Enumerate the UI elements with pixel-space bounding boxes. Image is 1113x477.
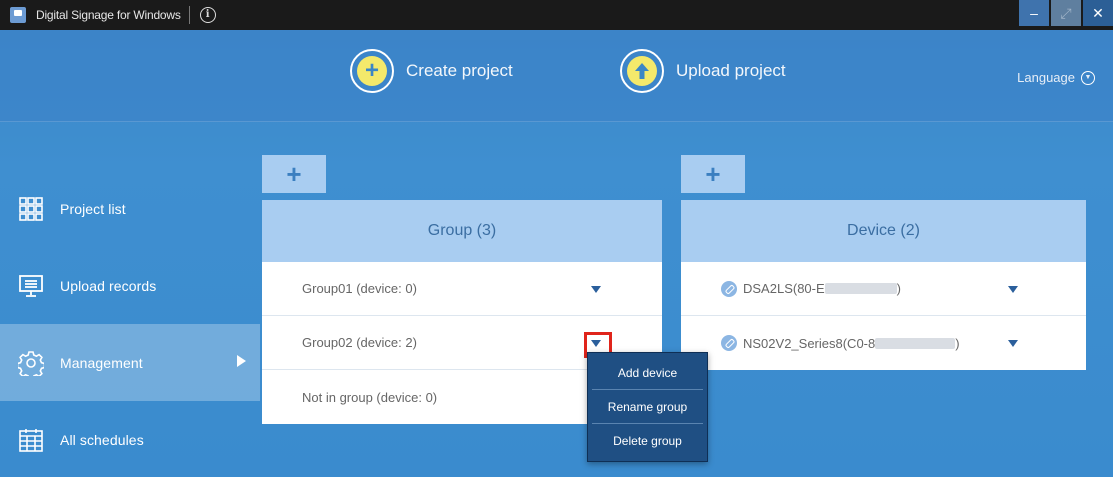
window-controls: – ⤢ ✕ xyxy=(1017,0,1113,30)
group-panel-title: Group (3) xyxy=(262,200,662,262)
redacted-mac xyxy=(824,283,897,294)
sidebar-item-all-schedules[interactable]: All schedules xyxy=(0,401,260,477)
upload-project-icon xyxy=(620,49,664,93)
chevron-down-icon[interactable] xyxy=(1008,340,1018,347)
arrow-up-icon xyxy=(635,63,649,79)
sidebar-item-label: All schedules xyxy=(60,431,144,448)
calendar-icon xyxy=(18,427,44,453)
create-project-icon: + xyxy=(350,49,394,93)
add-device-button[interactable]: + xyxy=(681,155,745,193)
device-name-prefix: NS02V2_Series8(C0-8 xyxy=(743,335,876,351)
group-row-label: Not in group (device: 0) xyxy=(302,389,438,405)
grid-icon xyxy=(18,196,44,222)
sidebar-item-upload-records[interactable]: Upload records xyxy=(0,247,260,324)
redacted-mac xyxy=(875,337,956,349)
sidebar: Project list Upload records Management A… xyxy=(0,170,260,477)
sidebar-item-management[interactable]: Management xyxy=(0,324,260,401)
menu-item-rename-group[interactable]: Rename group xyxy=(592,390,703,424)
info-icon[interactable]: i xyxy=(199,7,216,23)
active-indicator-arrow xyxy=(237,355,246,367)
sidebar-item-project-list[interactable]: Project list xyxy=(0,170,260,247)
device-panel: Device (2) DSA2LS(80-E ) NS02V2_Series8(… xyxy=(681,200,1086,370)
language-label: Language xyxy=(1017,70,1075,85)
link-icon xyxy=(721,335,737,351)
sidebar-item-label: Upload records xyxy=(60,277,157,294)
upload-project-button[interactable]: Upload project xyxy=(620,49,786,93)
sidebar-item-label: Project list xyxy=(60,200,126,217)
chevron-down-icon: ▼ xyxy=(1081,70,1095,85)
language-selector[interactable]: Language ▼ xyxy=(1017,70,1095,85)
chevron-down-icon[interactable] xyxy=(1008,286,1018,293)
create-project-button[interactable]: + Create project xyxy=(350,49,513,93)
maximize-button[interactable]: ⤢ xyxy=(1051,0,1081,26)
device-name-suffix: ) xyxy=(955,335,960,351)
group-row[interactable]: Group01 (device: 0) xyxy=(262,262,662,316)
upload-project-label: Upload project xyxy=(676,61,786,80)
minimize-button[interactable]: – xyxy=(1019,0,1049,26)
device-name-suffix: ) xyxy=(896,281,901,296)
device-row[interactable]: NS02V2_Series8(C0-8 ) xyxy=(681,316,1086,370)
chevron-down-icon[interactable] xyxy=(591,286,601,293)
app-icon xyxy=(10,7,26,23)
title-separator xyxy=(188,6,190,24)
close-button[interactable]: ✕ xyxy=(1083,0,1113,26)
monitor-list-icon xyxy=(18,273,44,299)
link-icon xyxy=(721,280,737,297)
header: + Create project Upload project Language… xyxy=(0,30,1113,122)
menu-item-delete-group[interactable]: Delete group xyxy=(592,424,703,458)
group-context-menu: Add device Rename group Delete group xyxy=(587,352,708,462)
device-row[interactable]: DSA2LS(80-E ) xyxy=(681,262,1086,316)
menu-item-add-device[interactable]: Add device xyxy=(592,356,703,390)
device-name-prefix: DSA2LS(80-E xyxy=(743,281,825,296)
device-panel-title: Device (2) xyxy=(681,200,1086,262)
sidebar-item-label: Management xyxy=(60,354,143,371)
gear-icon xyxy=(16,350,46,380)
group-row-label: Group02 (device: 2) xyxy=(302,335,417,350)
group-row-label: Group01 (device: 0) xyxy=(302,281,417,296)
title-bar: Digital Signage for Windows i – ⤢ ✕ xyxy=(0,0,1113,30)
add-group-button[interactable]: + xyxy=(262,155,326,193)
create-project-label: Create project xyxy=(406,61,513,80)
window-title: Digital Signage for Windows xyxy=(36,8,181,22)
